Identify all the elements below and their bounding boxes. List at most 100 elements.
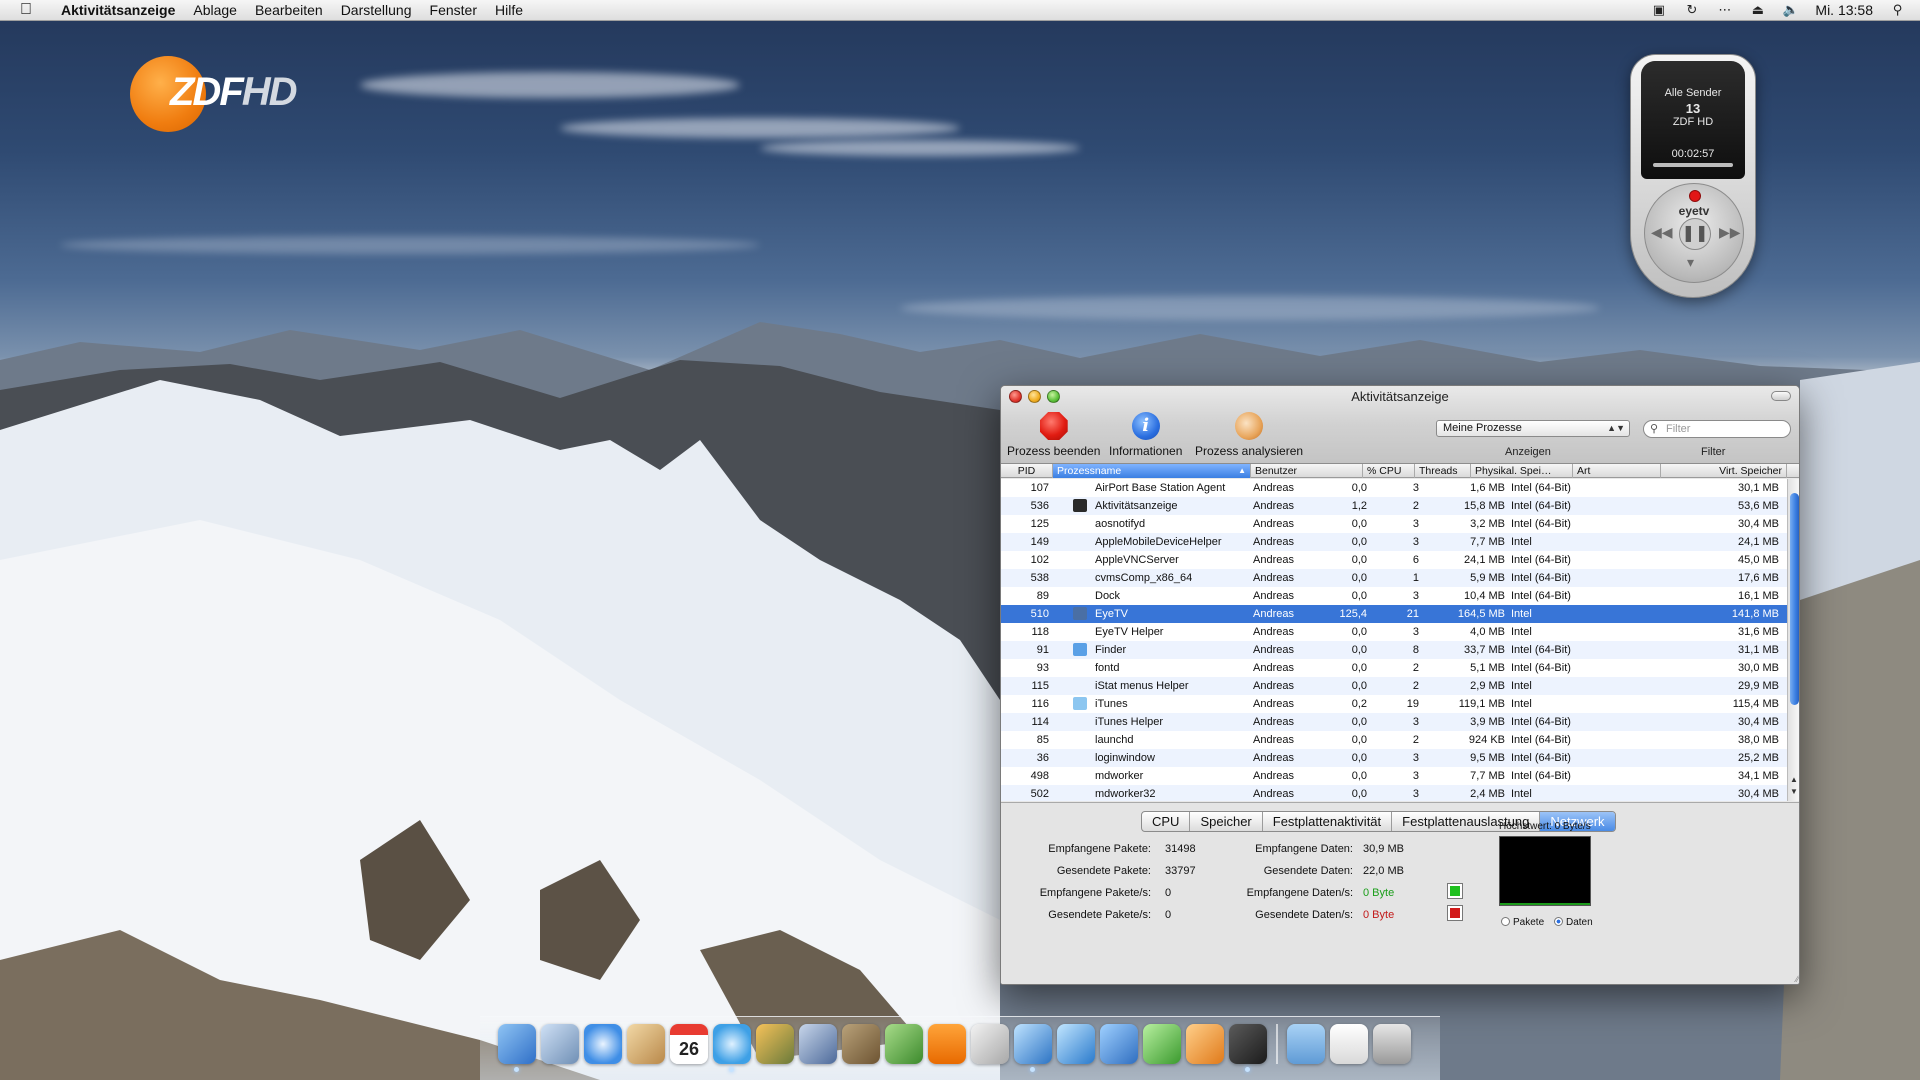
vlc-icon[interactable] xyxy=(928,1024,966,1064)
col-cpu[interactable]: % CPU xyxy=(1363,464,1415,478)
eject-icon[interactable]: ⏏ xyxy=(1749,2,1766,17)
sent-color-swatch[interactable] xyxy=(1447,905,1463,921)
table-row[interactable]: 89 Dock Andreas 0,0 3 10,4 MB Intel (64-Bit) 16… xyxy=(1001,587,1787,605)
menu-clock[interactable]: Mi. 13:58 xyxy=(1815,2,1873,18)
time-machine-sync-icon[interactable]: ↻ xyxy=(1683,2,1700,17)
process-filter-popup[interactable]: Meine Prozesse ▲▼ xyxy=(1436,420,1630,437)
table-row[interactable]: 510 EyeTV Andreas 125,4 21 164,5 MB Intel 141,8… xyxy=(1001,605,1787,623)
table-row[interactable]: 107 AirPort Base Station Agent Andreas 0,0 3… xyxy=(1001,479,1787,497)
inspect-button[interactable]: i Informationen xyxy=(1109,412,1182,458)
iphoto-icon[interactable] xyxy=(756,1024,794,1064)
col-threads[interactable]: Threads xyxy=(1415,464,1471,478)
resize-grip-icon[interactable]: ∕∕ xyxy=(1796,974,1799,984)
apple-menu-icon[interactable]:  xyxy=(0,1,52,19)
radio-data-dot[interactable] xyxy=(1554,917,1563,926)
window-titlebar[interactable]: Aktivitätsanzeige Prozess beenden i Info… xyxy=(1001,386,1799,464)
table-row[interactable]: 91 Finder Andreas 0,0 8 33,7 MB Intel (64-Bit)… xyxy=(1001,641,1787,659)
table-row[interactable]: 149 AppleMobileDeviceHelper Andreas 0,0 3 7,7… xyxy=(1001,533,1787,551)
table-row[interactable]: 114 iTunes Helper Andreas 0,0 3 3,9 MB Intel (… xyxy=(1001,713,1787,731)
table-row[interactable]: 125 aosnotifyd Andreas 0,0 3 3,2 MB Intel (64-… xyxy=(1001,515,1787,533)
safari-icon[interactable] xyxy=(584,1024,622,1064)
menu-app-name[interactable]: Aktivitätsanzeige xyxy=(52,0,184,21)
isync-icon[interactable] xyxy=(1057,1024,1095,1064)
recv-color-swatch[interactable] xyxy=(1447,883,1463,899)
menu-ablage[interactable]: Ablage xyxy=(184,0,246,21)
volume-down-icon[interactable]: ▾ xyxy=(1687,254,1694,271)
spotlight-search-icon[interactable]: ⚲ xyxy=(1889,2,1906,17)
record-button[interactable] xyxy=(1689,190,1701,202)
menu-bearbeiten[interactable]: Bearbeiten xyxy=(246,0,332,21)
cell-user: Andreas xyxy=(1253,734,1294,746)
itunes-icon[interactable] xyxy=(713,1024,751,1072)
cell-phys: 924 KB xyxy=(1468,734,1505,746)
filter-search-field[interactable]: ⚲ Filter xyxy=(1643,420,1791,438)
table-row[interactable]: 115 iStat menus Helper Andreas 0,0 2 2,9 MB In… xyxy=(1001,677,1787,695)
cell-art: Intel (64-Bit) xyxy=(1511,644,1571,656)
cell-pid: 538 xyxy=(1030,572,1049,584)
table-scrollbar[interactable]: ▲ ▼ xyxy=(1787,479,1799,801)
word-icon[interactable] xyxy=(1100,1024,1138,1064)
tab-disk-activity[interactable]: Festplattenaktivität xyxy=(1263,812,1393,831)
col-process-name[interactable]: Prozessname ▲ xyxy=(1053,464,1251,478)
script-icon[interactable] xyxy=(971,1024,1009,1064)
table-row[interactable]: 498 mdworker Andreas 0,0 3 7,7 MB Intel (64-Bi… xyxy=(1001,767,1787,785)
sample-process-button[interactable]: Prozess analysieren xyxy=(1195,412,1303,458)
col-kind[interactable]: Art xyxy=(1573,464,1661,478)
activity-monitor-icon[interactable] xyxy=(1229,1024,1267,1072)
preview-icon[interactable] xyxy=(541,1024,579,1064)
folder-icon[interactable] xyxy=(1287,1024,1325,1064)
keynote-icon[interactable] xyxy=(842,1024,880,1064)
radio-packets-dot[interactable] xyxy=(1501,917,1510,926)
toolbar-toggle-button[interactable] xyxy=(1771,391,1791,401)
table-row[interactable]: 502 mdworker32 Andreas 0,0 3 2,4 MB Intel 30,4 … xyxy=(1001,785,1787,801)
cell-name: EyeTV Helper xyxy=(1095,626,1164,638)
col-virtual-memory[interactable]: Virt. Speicher xyxy=(1661,464,1787,478)
xcode-icon[interactable] xyxy=(799,1024,837,1064)
col-physical-memory[interactable]: Physikal. Spei… xyxy=(1471,464,1573,478)
table-row[interactable]: 85 launchd Andreas 0,0 2 924 KB Intel (64-Bit)… xyxy=(1001,731,1787,749)
scrollbar-thumb[interactable] xyxy=(1790,493,1799,705)
menu-fenster[interactable]: Fenster xyxy=(421,0,486,21)
ical-icon[interactable]: 26 xyxy=(670,1024,708,1064)
quit-process-button[interactable]: Prozess beenden xyxy=(1007,412,1100,458)
show-label: Anzeigen xyxy=(1505,446,1551,458)
address-book-icon[interactable] xyxy=(627,1024,665,1064)
cell-user: Andreas xyxy=(1253,626,1294,638)
scroll-up-icon[interactable]: ▲ xyxy=(1790,775,1798,784)
table-row[interactable]: 102 AppleVNCServer Andreas 0,0 6 24,1 MB Intel… xyxy=(1001,551,1787,569)
radio-data[interactable]: Daten xyxy=(1554,917,1593,928)
screen-sharing-icon[interactable]: ▣ xyxy=(1650,2,1667,17)
cell-user: Andreas xyxy=(1253,788,1294,800)
col-pid[interactable]: PID xyxy=(1001,464,1053,478)
table-row[interactable]: 118 EyeTV Helper Andreas 0,0 3 4,0 MB Intel 31,… xyxy=(1001,623,1787,641)
excel-icon[interactable] xyxy=(1143,1024,1181,1064)
finder-icon[interactable] xyxy=(498,1024,536,1072)
table-row[interactable]: 93 fontd Andreas 0,0 2 5,1 MB Intel (64-Bit) 30… xyxy=(1001,659,1787,677)
scroll-down-icon[interactable]: ▼ xyxy=(1790,787,1798,796)
pause-button[interactable]: ❚❚ xyxy=(1679,218,1711,250)
cell-user: Andreas xyxy=(1253,518,1294,530)
col-user[interactable]: Benutzer xyxy=(1251,464,1363,478)
fast-forward-icon[interactable]: ▶▶ xyxy=(1719,224,1741,241)
table-row[interactable]: 116 iTunes Andreas 0,2 19 119,1 MB Intel 115,4 … xyxy=(1001,695,1787,713)
rewind-icon[interactable]: ◀◀ xyxy=(1651,224,1673,241)
radio-packets[interactable]: Pakete xyxy=(1501,917,1544,928)
numbers-icon[interactable] xyxy=(885,1024,923,1064)
menu-darstellung[interactable]: Darstellung xyxy=(332,0,421,21)
remote-time: 00:02:57 xyxy=(1671,148,1715,160)
table-row[interactable]: 538 cvmsComp_x86_64 Andreas 0,0 1 5,9 MB Intel… xyxy=(1001,569,1787,587)
powerpoint-icon[interactable] xyxy=(1186,1024,1224,1064)
menu-hilfe[interactable]: Hilfe xyxy=(486,0,532,21)
table-row[interactable]: 536 Aktivitätsanzeige Andreas 1,2 2 15,8 MB In… xyxy=(1001,497,1787,515)
eyetv-icon[interactable] xyxy=(1014,1024,1052,1072)
trash-icon[interactable] xyxy=(1373,1024,1411,1064)
volume-icon[interactable]: 🔈 xyxy=(1782,2,1799,17)
tab-memory[interactable]: Speicher xyxy=(1190,812,1263,831)
bluetooth-icon[interactable]: ⋯ xyxy=(1716,2,1733,17)
zdf-logo-text: ZDF xyxy=(170,70,244,114)
remote-progress-bar[interactable] xyxy=(1653,163,1733,167)
document-icon[interactable] xyxy=(1330,1024,1368,1064)
tab-cpu[interactable]: CPU xyxy=(1142,812,1191,831)
table-row[interactable]: 36 loginwindow Andreas 0,0 3 9,5 MB Intel (64-… xyxy=(1001,749,1787,767)
cell-virt: 34,1 MB xyxy=(1738,770,1779,782)
